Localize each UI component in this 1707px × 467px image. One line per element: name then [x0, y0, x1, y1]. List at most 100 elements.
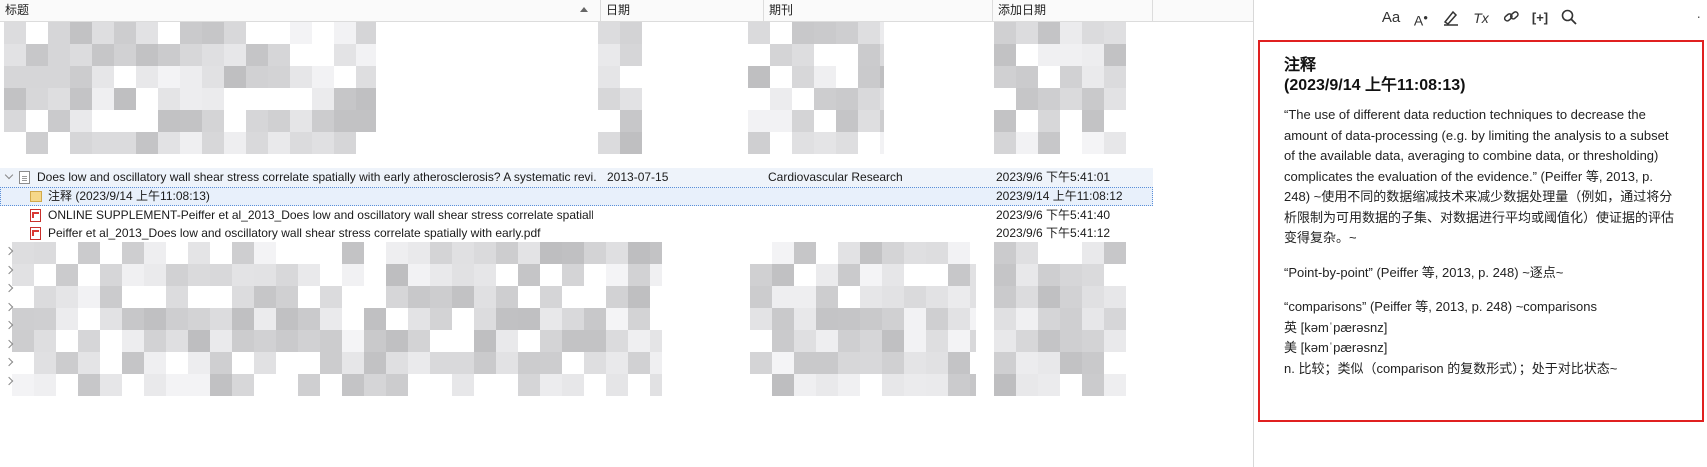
redacted-block — [772, 374, 794, 396]
highlight-pen-icon[interactable] — [1440, 8, 1462, 28]
redacted-block — [246, 110, 268, 132]
redacted-block — [794, 352, 816, 374]
redacted-block — [1082, 22, 1104, 44]
redacted-block — [144, 308, 166, 330]
redacted-block — [158, 132, 180, 154]
redacted-block — [408, 264, 430, 286]
row-title: Peiffer et al_2013_Does low and oscillat… — [48, 226, 541, 240]
redacted-block — [994, 44, 1016, 66]
redacted-block — [4, 88, 26, 110]
column-added[interactable]: 添加日期 — [993, 0, 1153, 21]
search-icon[interactable] — [1558, 8, 1580, 28]
redacted-block — [4, 110, 26, 132]
redacted-block — [210, 264, 232, 286]
redacted-block — [816, 374, 838, 396]
redacted-block — [772, 286, 794, 308]
link-icon[interactable] — [1500, 8, 1522, 28]
redacted-block — [100, 264, 122, 286]
column-title[interactable]: 标题 — [0, 0, 601, 21]
column-journal[interactable]: 期刊 — [764, 0, 993, 21]
table-row[interactable]: Does low and oscillatory wall shear stre… — [0, 168, 1153, 187]
font-format-button[interactable]: Aa — [1380, 8, 1402, 28]
row-added: 2023/9/6 下午5:41:40 — [996, 208, 1111, 222]
redacted-block — [882, 242, 904, 264]
row-added: 2023/9/6 下午5:41:12 — [996, 226, 1111, 240]
clear-format-button[interactable]: Tx — [1470, 8, 1492, 28]
redacted-block — [254, 242, 276, 264]
redacted-block — [122, 242, 144, 264]
redacted-block — [814, 132, 836, 154]
redacted-block — [1060, 330, 1082, 352]
note-editor[interactable]: 注释 (2023/9/14 上午11:08:13) “The use of di… — [1258, 40, 1704, 422]
expand-toggle-icon[interactable] — [4, 170, 14, 180]
redacted-block — [628, 242, 650, 264]
redacted-block — [994, 330, 1016, 352]
redacted-block — [70, 110, 92, 132]
redacted-block — [540, 352, 562, 374]
redacted-block — [202, 88, 224, 110]
collapse-toggle-icon[interactable] — [4, 357, 14, 367]
redacted-block — [136, 22, 158, 44]
redacted-block — [1016, 66, 1038, 88]
redacted-block — [100, 374, 122, 396]
redacted-block — [246, 132, 268, 154]
redacted-block — [1082, 330, 1104, 352]
redacted-block — [34, 242, 56, 264]
redacted-block — [452, 374, 474, 396]
redacted-block — [838, 374, 860, 396]
redacted-block — [34, 352, 56, 374]
redacted-block — [210, 352, 232, 374]
redacted-block — [1016, 286, 1038, 308]
redacted-block — [628, 286, 650, 308]
redacted-block — [268, 110, 290, 132]
redacted-block — [816, 308, 838, 330]
redacted-block — [650, 374, 662, 396]
redacted-block — [452, 286, 474, 308]
redacted-block — [26, 66, 48, 88]
redacted-block — [860, 352, 882, 374]
table-row[interactable]: ONLINE SUPPLEMENT-Peiffer et al_2013_Doe… — [0, 206, 1153, 225]
redacted-block — [180, 22, 202, 44]
redacted-block — [584, 308, 606, 330]
redacted-block — [70, 22, 92, 44]
redacted-block — [772, 242, 794, 264]
redacted-block — [356, 110, 376, 132]
column-date[interactable]: 日期 — [601, 0, 764, 21]
redacted-block — [180, 110, 202, 132]
redacted-block — [92, 22, 114, 44]
redacted-block — [994, 374, 1016, 396]
redacted-block — [620, 22, 642, 44]
more-options-icon[interactable]: · — [1696, 8, 1701, 24]
redacted-block — [748, 66, 770, 88]
text-size-button[interactable]: A● — [1410, 8, 1432, 29]
redacted-block — [562, 242, 584, 264]
redacted-block — [48, 44, 70, 66]
redacted-block — [334, 110, 356, 132]
redacted-block — [202, 110, 224, 132]
droplet-icon: ● — [1423, 13, 1429, 22]
redacted-block — [386, 352, 408, 374]
redacted-block — [342, 242, 364, 264]
redacted-block — [12, 374, 34, 396]
redacted-block — [816, 264, 838, 286]
redacted-block — [792, 44, 814, 66]
note-heading: 注释 (2023/9/14 上午11:08:13) — [1284, 57, 1466, 94]
redacted-block — [860, 286, 882, 308]
insert-citation-button[interactable]: [+] — [1529, 8, 1551, 28]
table-row-selected[interactable]: 注释 (2023/9/14 上午11:08:13) 2023/9/14 上午11… — [0, 187, 1153, 206]
note-toolbar: Aa A● Tx [+] · — [1254, 0, 1707, 36]
redacted-block — [12, 242, 34, 264]
redacted-block — [166, 308, 188, 330]
redacted-block — [158, 44, 180, 66]
redacted-block — [1016, 374, 1038, 396]
table-row[interactable]: Peiffer et al_2013_Does low and oscillat… — [0, 224, 1153, 243]
redacted-block — [276, 264, 298, 286]
redacted-block — [770, 44, 792, 66]
redacted-block — [748, 132, 770, 154]
redacted-block — [254, 308, 276, 330]
pdf-icon — [30, 227, 41, 240]
redacted-block — [606, 242, 628, 264]
redacted-block — [562, 264, 584, 286]
redacted-block — [836, 132, 858, 154]
magnifier-icon — [1561, 9, 1577, 25]
